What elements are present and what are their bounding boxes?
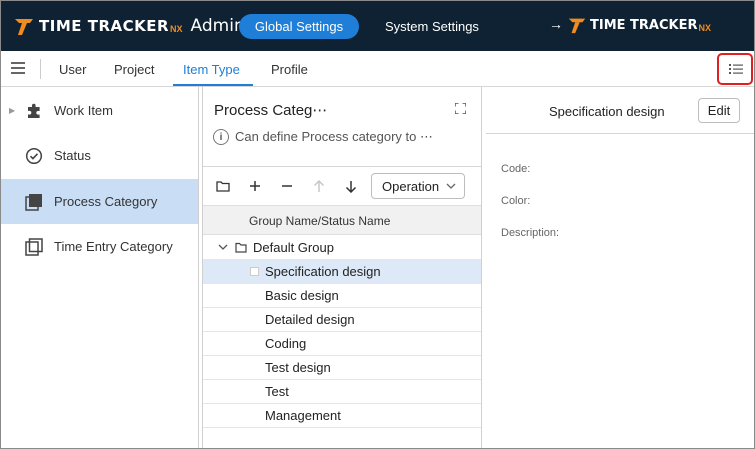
process-category-panel: Process Categ⋯ i Can define Process cate… bbox=[202, 87, 482, 448]
list-icon bbox=[729, 64, 743, 74]
list-item-label: Test bbox=[265, 384, 289, 399]
brand-area: Admin bbox=[190, 16, 245, 36]
app-window: TIME TRACKER NX Admin Global Settings Sy… bbox=[0, 0, 755, 449]
add-button[interactable] bbox=[246, 177, 264, 195]
list-item-label: Basic design bbox=[265, 288, 339, 303]
sidebar-item-process-category[interactable]: Process Category bbox=[1, 179, 198, 224]
brand-mark-icon bbox=[568, 18, 586, 34]
operation-label: Operation bbox=[382, 178, 440, 194]
panel-title: Process Categ⋯ bbox=[214, 102, 328, 119]
color-field-label: Color: bbox=[501, 195, 531, 207]
brand-name: TIME TRACKER bbox=[590, 17, 698, 33]
edit-button[interactable]: Edit bbox=[698, 98, 740, 123]
folder-icon bbox=[216, 181, 230, 192]
arrow-down-icon bbox=[345, 180, 357, 193]
arrow-right-icon[interactable]: → bbox=[549, 16, 563, 32]
hamburger-menu-icon[interactable] bbox=[11, 62, 25, 76]
sidebar-item-label: Process Category bbox=[54, 194, 158, 209]
list-item[interactable]: Specification design bbox=[203, 260, 481, 284]
row-checkbox[interactable] bbox=[250, 267, 259, 276]
sidebar-item-time-entry-category[interactable]: Time Entry Category bbox=[1, 224, 198, 269]
brand-name: TIME TRACKER bbox=[39, 17, 170, 35]
detail-panel: Specification design Edit Code: Color: D… bbox=[486, 87, 754, 448]
tab-project[interactable]: Project bbox=[114, 62, 154, 77]
top-bar: TIME TRACKER NX Admin Global Settings Sy… bbox=[1, 1, 754, 51]
expand-caret-icon[interactable]: ▶ bbox=[9, 106, 15, 115]
list-item-label: Specification design bbox=[265, 264, 381, 279]
tree-column-header: Group Name/Status Name bbox=[203, 205, 481, 235]
check-circle-icon bbox=[25, 147, 43, 164]
code-field-label: Code: bbox=[501, 163, 531, 175]
tab-bar: User Project Item Type Profile bbox=[1, 51, 754, 87]
app-switch-logo[interactable]: TIME TRACKER NX bbox=[567, 15, 711, 35]
system-settings-link[interactable]: System Settings bbox=[385, 19, 479, 34]
sidebar-item-label: Work Item bbox=[54, 103, 113, 118]
list-item-label: Test design bbox=[265, 360, 331, 375]
tab-profile[interactable]: Profile bbox=[271, 62, 308, 77]
list-item-label: Coding bbox=[265, 336, 307, 351]
group-row[interactable]: Default Group bbox=[203, 236, 481, 260]
column-header-label: Group Name/Status Name bbox=[249, 214, 391, 228]
expand-icon[interactable] bbox=[455, 103, 466, 114]
operation-dropdown[interactable]: Operation bbox=[371, 173, 465, 199]
list-item[interactable]: Test design bbox=[203, 356, 481, 380]
list-item[interactable]: Detailed design bbox=[203, 308, 481, 332]
puzzle-icon bbox=[28, 103, 40, 118]
divider bbox=[40, 59, 41, 79]
sidebar-item-work-item[interactable]: ▶ Work Item bbox=[1, 88, 198, 133]
detail-title: Specification design bbox=[549, 104, 665, 119]
sidebar: ▶ Work Item Status Process Category Time… bbox=[1, 87, 199, 448]
chevron-down-icon[interactable] bbox=[218, 241, 228, 253]
list-item[interactable]: Management bbox=[203, 404, 481, 428]
sidebar-item-status[interactable]: Status bbox=[1, 133, 198, 178]
move-down-button[interactable] bbox=[342, 177, 360, 195]
list-item[interactable]: Coding bbox=[203, 332, 481, 356]
chevron-down-icon bbox=[446, 183, 456, 189]
layers-icon bbox=[25, 193, 42, 211]
divider bbox=[486, 133, 754, 134]
sidebar-item-label: Time Entry Category bbox=[54, 239, 173, 254]
sidebar-item-label: Status bbox=[54, 148, 91, 163]
move-up-button[interactable] bbox=[310, 177, 328, 195]
list-item-label: Management bbox=[265, 408, 341, 423]
tab-user[interactable]: User bbox=[59, 62, 86, 77]
list-item-label: Detailed design bbox=[265, 312, 355, 327]
add-folder-button[interactable] bbox=[214, 177, 232, 195]
global-settings-button[interactable]: Global Settings bbox=[239, 14, 359, 39]
active-tab-indicator bbox=[173, 84, 253, 86]
description-field-label: Description: bbox=[501, 227, 560, 239]
list-item[interactable]: Test bbox=[203, 380, 481, 404]
tree-toolbar: Operation bbox=[203, 167, 481, 205]
list-item[interactable]: Basic design bbox=[203, 284, 481, 308]
info-text: Can define Process category to ⋯ bbox=[235, 129, 433, 144]
folder-icon bbox=[235, 242, 247, 253]
info-message: i Can define Process category to ⋯ bbox=[213, 129, 433, 145]
remove-button[interactable] bbox=[278, 177, 296, 195]
minus-icon bbox=[282, 185, 292, 187]
list-view-button[interactable] bbox=[717, 53, 753, 85]
tab-item-type[interactable]: Item Type bbox=[183, 62, 240, 77]
brand-mark-icon bbox=[15, 19, 33, 35]
arrow-up-icon bbox=[313, 179, 325, 192]
layers-outline-icon bbox=[25, 237, 43, 256]
info-icon: i bbox=[213, 129, 229, 145]
brand-suffix: NX bbox=[170, 24, 183, 34]
app-logo: TIME TRACKER NX Admin bbox=[13, 14, 245, 38]
group-name: Default Group bbox=[253, 240, 334, 255]
plus-icon bbox=[250, 181, 260, 191]
brand-suffix: NX bbox=[698, 23, 712, 33]
